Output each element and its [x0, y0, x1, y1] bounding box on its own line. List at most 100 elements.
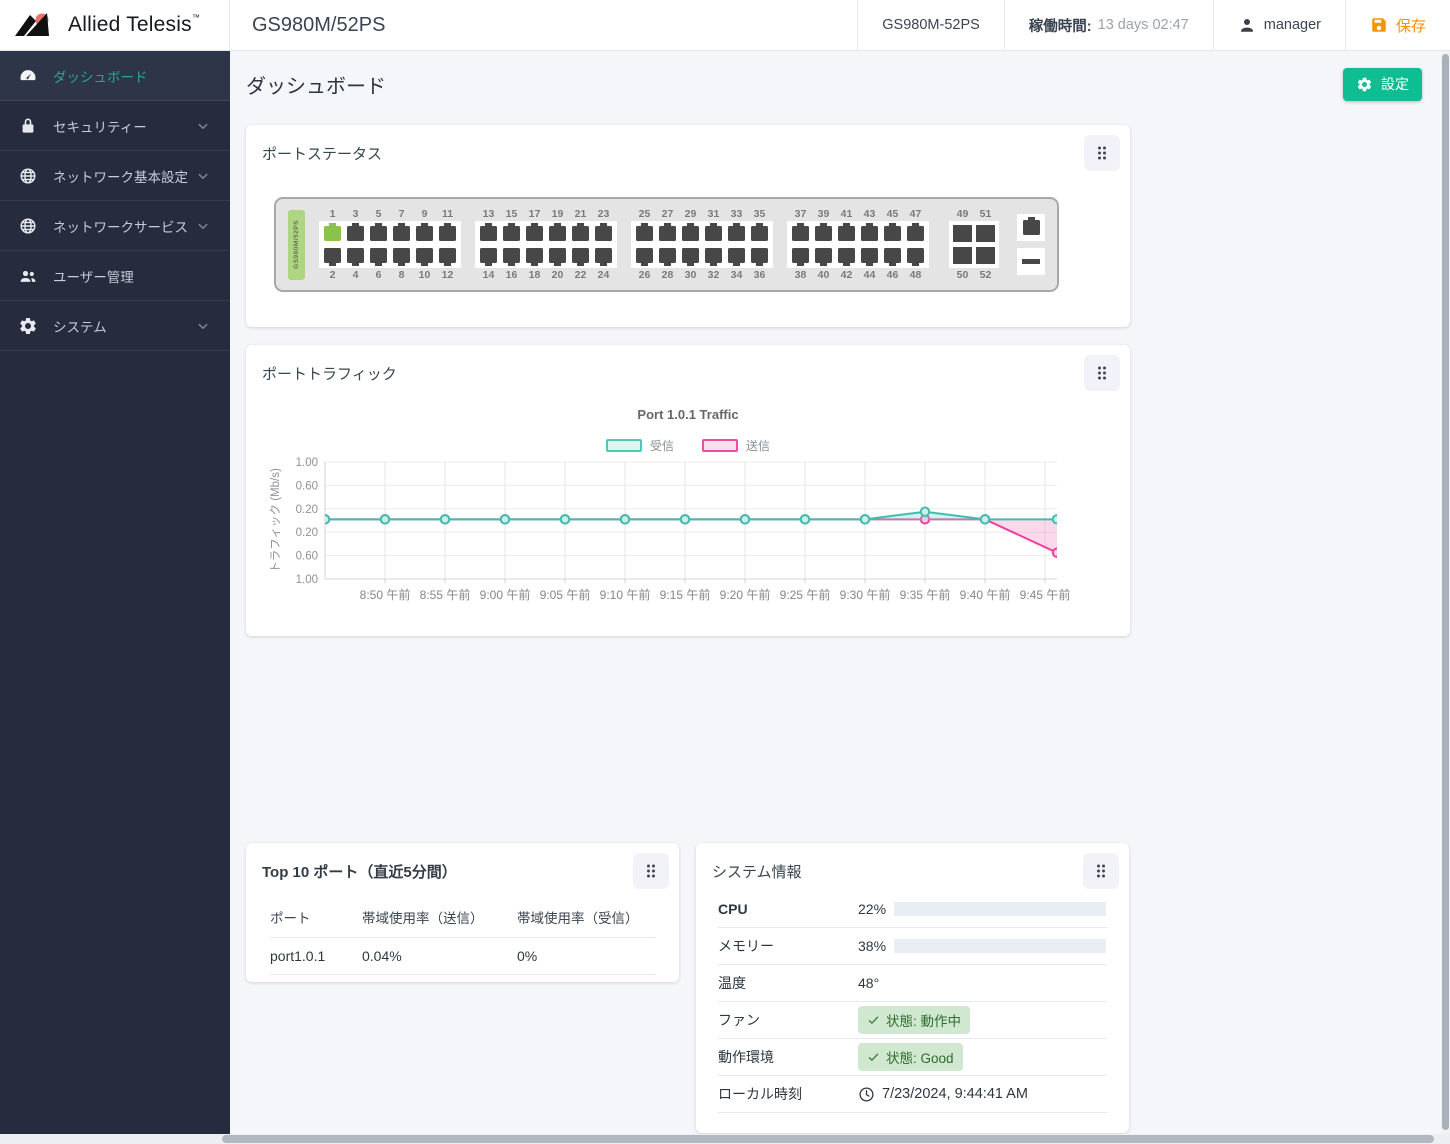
port-number: 18: [523, 268, 546, 282]
port-23[interactable]: [595, 226, 612, 241]
console-port-group: [1017, 214, 1045, 275]
port-20[interactable]: [549, 248, 566, 263]
drag-handle-icon[interactable]: [1084, 355, 1120, 391]
port-37[interactable]: [792, 226, 809, 241]
port-49[interactable]: [953, 225, 972, 242]
port-41[interactable]: [838, 226, 855, 241]
svg-text:0.60: 0.60: [296, 551, 318, 563]
port-39[interactable]: [815, 226, 832, 241]
table-cell: 0.04%: [362, 938, 517, 974]
port-33[interactable]: [728, 226, 745, 241]
port-46[interactable]: [884, 248, 901, 263]
port-26[interactable]: [636, 248, 653, 263]
port-27[interactable]: [659, 226, 676, 241]
drag-handle-icon[interactable]: [1084, 135, 1120, 171]
chevron-down-icon: [194, 317, 212, 335]
system-info-row: CPU 22%: [718, 891, 1107, 928]
port-25[interactable]: [636, 226, 653, 241]
legend-tx: 送信: [702, 437, 770, 454]
port-13[interactable]: [480, 226, 497, 241]
horizontal-scrollbar-thumb[interactable]: [222, 1135, 1434, 1143]
port-status-title: ポートステータス: [262, 143, 382, 164]
port-52[interactable]: [976, 247, 995, 264]
port-21[interactable]: [572, 226, 589, 241]
port-number: 44: [858, 268, 881, 282]
table-cell: port1.0.1: [270, 938, 362, 974]
port-34[interactable]: [728, 248, 745, 263]
port-2[interactable]: [324, 248, 341, 263]
port-number: 14: [477, 268, 500, 282]
vertical-scrollbar-thumb[interactable]: [1442, 54, 1449, 1130]
port-42[interactable]: [838, 248, 855, 263]
drag-handle-icon[interactable]: [633, 853, 669, 889]
info-label: ローカル時刻: [718, 1084, 858, 1104]
port-4[interactable]: [347, 248, 364, 263]
port-number: 39: [812, 207, 835, 221]
port-19[interactable]: [549, 226, 566, 241]
port-45[interactable]: [884, 226, 901, 241]
port-7[interactable]: [393, 226, 410, 241]
port-18[interactable]: [526, 248, 543, 263]
port-32[interactable]: [705, 248, 722, 263]
port-28[interactable]: [659, 248, 676, 263]
port-15[interactable]: [503, 226, 520, 241]
console-port[interactable]: [1023, 220, 1040, 235]
port-number: 48: [904, 268, 927, 282]
sidebar-item-label: ネットワークサービス: [53, 216, 188, 236]
user-menu[interactable]: manager: [1213, 0, 1345, 50]
port-6[interactable]: [370, 248, 387, 263]
port-47[interactable]: [907, 226, 924, 241]
sidebar-item-dashboard[interactable]: ダッシュボード: [0, 51, 230, 101]
sidebar-item-user-management[interactable]: ユーザー管理: [0, 251, 230, 301]
port-9[interactable]: [416, 226, 433, 241]
port-30[interactable]: [682, 248, 699, 263]
port-14[interactable]: [480, 248, 497, 263]
port-12[interactable]: [439, 248, 456, 263]
port-29[interactable]: [682, 226, 699, 241]
port-number: 27: [656, 207, 679, 221]
port-number: 35: [748, 207, 771, 221]
port-11[interactable]: [439, 226, 456, 241]
horizontal-scrollbar: [0, 1134, 1450, 1144]
port-35[interactable]: [751, 226, 768, 241]
port-number: 5: [367, 207, 390, 221]
status-badge: 状態: 動作中: [858, 1006, 970, 1034]
port-24[interactable]: [595, 248, 612, 263]
settings-button[interactable]: 設定: [1343, 68, 1422, 101]
port-number: 4: [344, 268, 367, 282]
port-40[interactable]: [815, 248, 832, 263]
port-number: 47: [904, 207, 927, 221]
port-48[interactable]: [907, 248, 924, 263]
port-38[interactable]: [792, 248, 809, 263]
port-31[interactable]: [705, 226, 722, 241]
sidebar-item-network-services[interactable]: ネットワークサービス: [0, 201, 230, 251]
port-number: 10: [413, 268, 436, 282]
port-number: 2: [321, 268, 344, 282]
port-36[interactable]: [751, 248, 768, 263]
gear-icon: [18, 316, 38, 336]
port-number: 30: [679, 268, 702, 282]
top10-card-header: Top 10 ポート（直近5分間）: [246, 843, 679, 889]
port-17[interactable]: [526, 226, 543, 241]
port-16[interactable]: [503, 248, 520, 263]
port-50[interactable]: [953, 247, 972, 264]
port-number: 36: [748, 268, 771, 282]
port-3[interactable]: [347, 226, 364, 241]
save-button[interactable]: 保存: [1345, 0, 1450, 50]
port-22[interactable]: [572, 248, 589, 263]
port-51[interactable]: [976, 225, 995, 242]
port-10[interactable]: [416, 248, 433, 263]
port-5[interactable]: [370, 226, 387, 241]
sidebar-item-system[interactable]: システム: [0, 301, 230, 351]
info-label: 温度: [718, 973, 858, 993]
sidebar-item-network-basic[interactable]: ネットワーク基本設定: [0, 151, 230, 201]
port-8[interactable]: [393, 248, 410, 263]
port-43[interactable]: [861, 226, 878, 241]
svg-text:9:30 午前: 9:30 午前: [840, 587, 891, 602]
sidebar-item-security[interactable]: セキュリティー: [0, 101, 230, 151]
port-44[interactable]: [861, 248, 878, 263]
svg-text:0.60: 0.60: [296, 480, 318, 492]
drag-handle-icon[interactable]: [1083, 853, 1119, 889]
port-1[interactable]: [324, 226, 341, 241]
usage-percent: 22%: [858, 901, 894, 917]
